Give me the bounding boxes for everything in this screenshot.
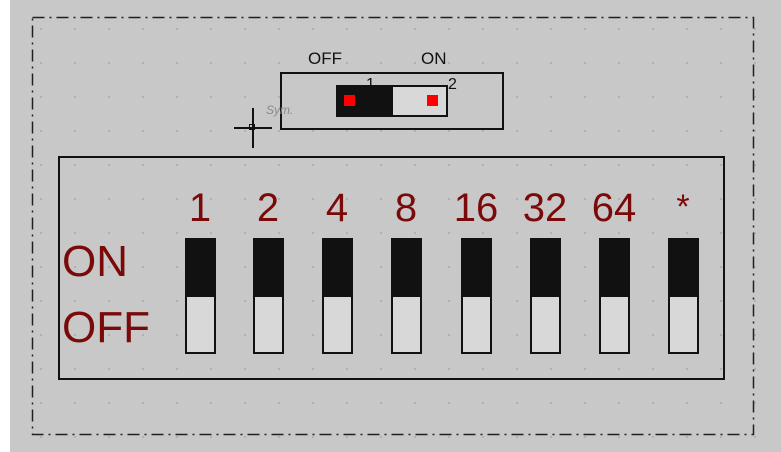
switch-1-value: 1: [188, 186, 212, 230]
pin-1-marker[interactable]: [344, 95, 355, 106]
dip-switch-2[interactable]: [253, 238, 284, 354]
pin-2-marker[interactable]: [427, 95, 438, 106]
pin-1-number: 1: [366, 76, 375, 93]
switch-5-value: 16: [453, 186, 499, 230]
switch-4-value: 8: [394, 186, 418, 230]
dip-switch-1-lever[interactable]: [187, 240, 214, 297]
switch-6-value: 32: [522, 186, 568, 230]
dip-switch-3-lever[interactable]: [324, 240, 351, 297]
dip-switch-7-lever[interactable]: [601, 240, 628, 297]
dip-switch-3[interactable]: [322, 238, 353, 354]
switch-8-value: *: [676, 188, 690, 226]
dip-switch-8-lever[interactable]: [670, 240, 697, 297]
dip-switch-1[interactable]: [185, 238, 216, 354]
dip-switch-6-lever[interactable]: [532, 240, 559, 297]
switch-2-value: 2: [256, 186, 280, 230]
dip-switch-6[interactable]: [530, 238, 561, 354]
switch-7-value: 64: [591, 186, 637, 230]
dip-on-label: ON: [62, 237, 128, 286]
dip-switch-4[interactable]: [391, 238, 422, 354]
dip-switch-4-lever[interactable]: [393, 240, 420, 297]
dip-switch-5[interactable]: [461, 238, 492, 354]
dip-switch-8[interactable]: [668, 238, 699, 354]
toggle-off-label: OFF: [308, 49, 342, 68]
dip-switch-5-lever[interactable]: [463, 240, 490, 297]
dip-switch-2-lever[interactable]: [255, 240, 282, 297]
toggle-on-label: ON: [421, 49, 447, 68]
origin-crosshair-icon: [234, 108, 272, 148]
dip-off-label: OFF: [62, 303, 150, 352]
dip-switch-7[interactable]: [599, 238, 630, 354]
switch-3-value: 4: [325, 186, 349, 230]
pin-2-number: 2: [448, 76, 457, 93]
